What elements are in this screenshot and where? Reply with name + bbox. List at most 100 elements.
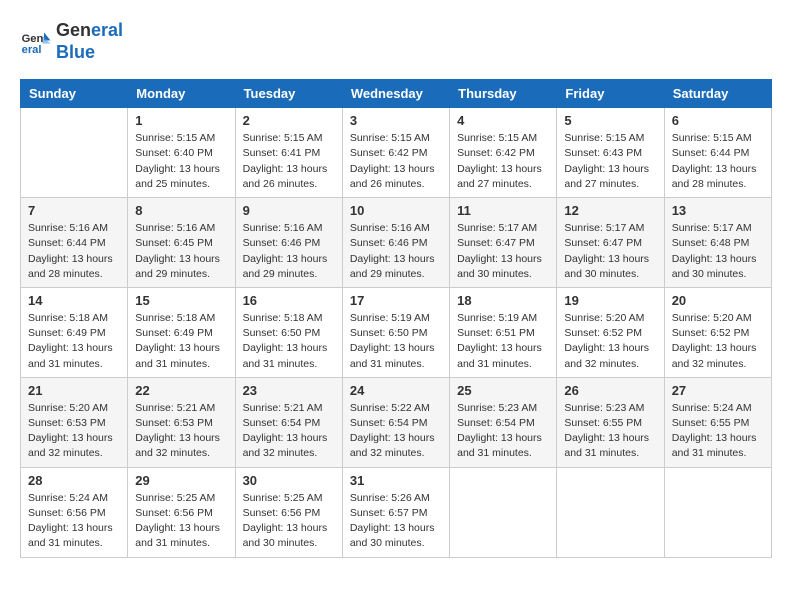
cell-info: Sunrise: 5:19 AM Sunset: 6:50 PM Dayligh…: [350, 311, 442, 372]
day-number: 27: [672, 383, 764, 398]
week-row-3: 14 Sunrise: 5:18 AM Sunset: 6:49 PM Dayli…: [21, 287, 772, 377]
day-number: 2: [243, 113, 335, 128]
calendar-cell: 12 Sunrise: 5:17 AM Sunset: 6:47 PM Dayli…: [557, 198, 664, 288]
week-row-4: 21 Sunrise: 5:20 AM Sunset: 6:53 PM Dayli…: [21, 377, 772, 467]
svg-text:Gen: Gen: [22, 33, 44, 45]
calendar-cell: 6Sunrise: 5:15 AM Sunset: 6:44 PM Daylig…: [664, 108, 771, 198]
calendar-cell: 2 Sunrise: 5:15 AM Sunset: 6:41 PM Daylig…: [235, 108, 342, 198]
cell-info: Sunrise: 5:24 AM Sunset: 6:55 PM Dayligh…: [672, 401, 764, 462]
cell-info: Sunrise: 5:22 AM Sunset: 6:54 PM Dayligh…: [350, 401, 442, 462]
calendar-table: SundayMondayTuesdayWednesdayThursdayFrid…: [20, 79, 772, 557]
cell-info: Sunrise: 5:20 AM Sunset: 6:52 PM Dayligh…: [564, 311, 656, 372]
day-number: 16: [243, 293, 335, 308]
calendar-cell: 9 Sunrise: 5:16 AM Sunset: 6:46 PM Daylig…: [235, 198, 342, 288]
logo-text: GeneralBlue: [56, 20, 123, 63]
day-number: 26: [564, 383, 656, 398]
logo: Gen eral GeneralBlue: [20, 20, 123, 63]
cell-info: Sunrise: 5:17 AM Sunset: 6:47 PM Dayligh…: [564, 221, 656, 282]
day-number: 25: [457, 383, 549, 398]
cell-info: Sunrise: 5:16 AM Sunset: 6:46 PM Dayligh…: [243, 221, 335, 282]
calendar-cell: 21 Sunrise: 5:20 AM Sunset: 6:53 PM Dayli…: [21, 377, 128, 467]
day-number: 24: [350, 383, 442, 398]
calendar-cell: 31 Sunrise: 5:26 AM Sunset: 6:57 PM Dayli…: [342, 467, 449, 557]
day-number: 11: [457, 203, 549, 218]
day-number: 14: [28, 293, 120, 308]
calendar-cell: 26 Sunrise: 5:23 AM Sunset: 6:55 PM Dayli…: [557, 377, 664, 467]
cell-info: Sunrise: 5:16 AM Sunset: 6:46 PM Dayligh…: [350, 221, 442, 282]
calendar-cell: 22 Sunrise: 5:21 AM Sunset: 6:53 PM Dayli…: [128, 377, 235, 467]
calendar-cell: 1 Sunrise: 5:15 AM Sunset: 6:40 PM Daylig…: [128, 108, 235, 198]
calendar-cell: 8 Sunrise: 5:16 AM Sunset: 6:45 PM Daylig…: [128, 198, 235, 288]
cell-info: Sunrise: 5:21 AM Sunset: 6:53 PM Dayligh…: [135, 401, 227, 462]
calendar-cell: 23 Sunrise: 5:21 AM Sunset: 6:54 PM Dayli…: [235, 377, 342, 467]
cell-info: Sunrise: 5:24 AM Sunset: 6:56 PM Dayligh…: [28, 491, 120, 552]
logo-icon: Gen eral: [20, 26, 52, 58]
calendar-cell: 28 Sunrise: 5:24 AM Sunset: 6:56 PM Dayli…: [21, 467, 128, 557]
calendar-cell: 13 Sunrise: 5:17 AM Sunset: 6:48 PM Dayli…: [664, 198, 771, 288]
day-number: 8: [135, 203, 227, 218]
cell-info: Sunrise: 5:16 AM Sunset: 6:45 PM Dayligh…: [135, 221, 227, 282]
calendar-cell: 18 Sunrise: 5:19 AM Sunset: 6:51 PM Dayli…: [450, 287, 557, 377]
day-number: 28: [28, 473, 120, 488]
day-number: 17: [350, 293, 442, 308]
cell-info: Sunrise: 5:15 AM Sunset: 6:43 PM Dayligh…: [564, 131, 656, 192]
day-number: 20: [672, 293, 764, 308]
day-number: 21: [28, 383, 120, 398]
calendar-cell: 4Sunrise: 5:15 AM Sunset: 6:42 PM Daylig…: [450, 108, 557, 198]
cell-info: Sunrise: 5:23 AM Sunset: 6:55 PM Dayligh…: [564, 401, 656, 462]
cell-info: Sunrise: 5:21 AM Sunset: 6:54 PM Dayligh…: [243, 401, 335, 462]
calendar-cell: 17 Sunrise: 5:19 AM Sunset: 6:50 PM Dayli…: [342, 287, 449, 377]
cell-info: Sunrise: 5:15 AM Sunset: 6:41 PM Dayligh…: [243, 131, 335, 192]
calendar-cell: 19 Sunrise: 5:20 AM Sunset: 6:52 PM Dayli…: [557, 287, 664, 377]
calendar-cell: 24 Sunrise: 5:22 AM Sunset: 6:54 PM Dayli…: [342, 377, 449, 467]
cell-info: Sunrise: 5:17 AM Sunset: 6:48 PM Dayligh…: [672, 221, 764, 282]
day-number: 10: [350, 203, 442, 218]
week-row-5: 28 Sunrise: 5:24 AM Sunset: 6:56 PM Dayli…: [21, 467, 772, 557]
cell-info: Sunrise: 5:18 AM Sunset: 6:49 PM Dayligh…: [28, 311, 120, 372]
day-number: 3: [350, 113, 442, 128]
cell-info: Sunrise: 5:15 AM Sunset: 6:40 PM Dayligh…: [135, 131, 227, 192]
calendar-cell: 25 Sunrise: 5:23 AM Sunset: 6:54 PM Dayli…: [450, 377, 557, 467]
calendar-cell: 11 Sunrise: 5:17 AM Sunset: 6:47 PM Dayli…: [450, 198, 557, 288]
day-number: 9: [243, 203, 335, 218]
day-number: 15: [135, 293, 227, 308]
header-sunday: Sunday: [21, 80, 128, 108]
day-number: 29: [135, 473, 227, 488]
calendar-cell: 20 Sunrise: 5:20 AM Sunset: 6:52 PM Dayli…: [664, 287, 771, 377]
header-friday: Friday: [557, 80, 664, 108]
cell-info: Sunrise: 5:26 AM Sunset: 6:57 PM Dayligh…: [350, 491, 442, 552]
calendar-cell: [557, 467, 664, 557]
day-number: 5: [564, 113, 656, 128]
header-monday: Monday: [128, 80, 235, 108]
calendar-cell: 29Sunrise: 5:25 AM Sunset: 6:56 PM Dayli…: [128, 467, 235, 557]
day-number: 18: [457, 293, 549, 308]
cell-info: Sunrise: 5:20 AM Sunset: 6:52 PM Dayligh…: [672, 311, 764, 372]
day-number: 22: [135, 383, 227, 398]
day-number: 23: [243, 383, 335, 398]
calendar-cell: 5 Sunrise: 5:15 AM Sunset: 6:43 PM Daylig…: [557, 108, 664, 198]
day-number: 30: [243, 473, 335, 488]
cell-info: Sunrise: 5:17 AM Sunset: 6:47 PM Dayligh…: [457, 221, 549, 282]
day-number: 7: [28, 203, 120, 218]
page-header: Gen eral GeneralBlue: [20, 20, 772, 63]
day-number: 1: [135, 113, 227, 128]
cell-info: Sunrise: 5:15 AM Sunset: 6:42 PM Dayligh…: [350, 131, 442, 192]
calendar-cell: 16 Sunrise: 5:18 AM Sunset: 6:50 PM Dayli…: [235, 287, 342, 377]
day-number: 31: [350, 473, 442, 488]
cell-info: Sunrise: 5:16 AM Sunset: 6:44 PM Dayligh…: [28, 221, 120, 282]
header-saturday: Saturday: [664, 80, 771, 108]
header-thursday: Thursday: [450, 80, 557, 108]
day-number: 6: [672, 113, 764, 128]
header-tuesday: Tuesday: [235, 80, 342, 108]
day-number: 4: [457, 113, 549, 128]
cell-info: Sunrise: 5:23 AM Sunset: 6:54 PM Dayligh…: [457, 401, 549, 462]
calendar-cell: 3 Sunrise: 5:15 AM Sunset: 6:42 PM Daylig…: [342, 108, 449, 198]
cell-info: Sunrise: 5:18 AM Sunset: 6:50 PM Dayligh…: [243, 311, 335, 372]
cell-info: Sunrise: 5:19 AM Sunset: 6:51 PM Dayligh…: [457, 311, 549, 372]
svg-text:eral: eral: [22, 44, 42, 56]
cell-info: Sunrise: 5:20 AM Sunset: 6:53 PM Dayligh…: [28, 401, 120, 462]
day-number: 19: [564, 293, 656, 308]
day-number: 12: [564, 203, 656, 218]
day-number: 13: [672, 203, 764, 218]
calendar-cell: [664, 467, 771, 557]
